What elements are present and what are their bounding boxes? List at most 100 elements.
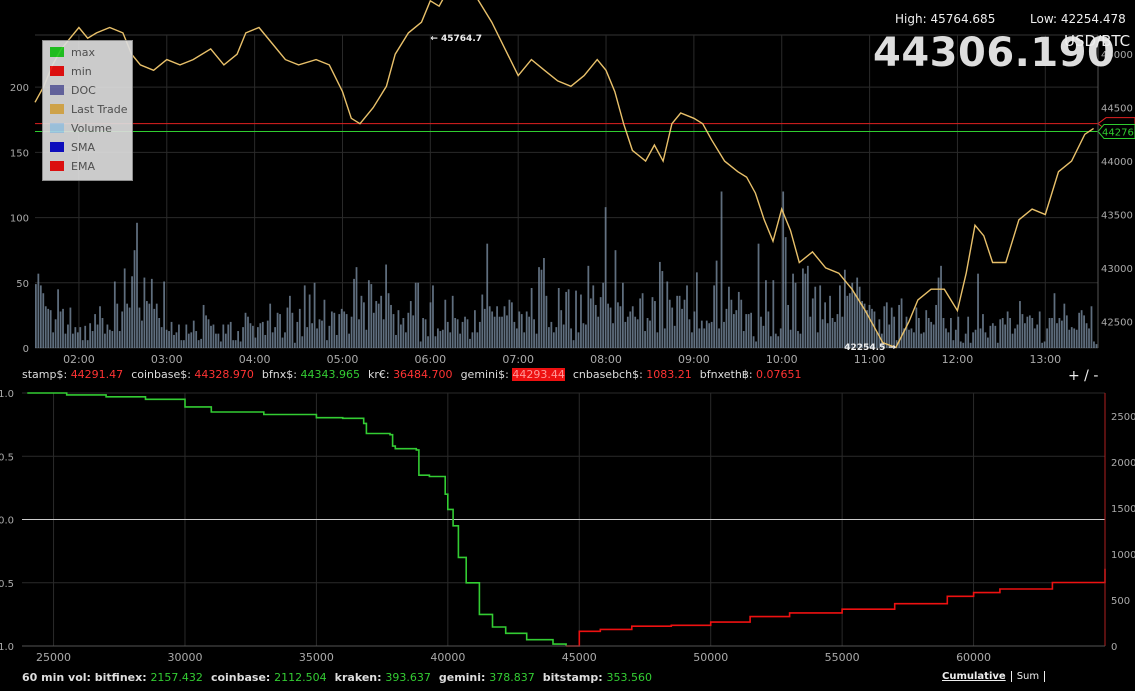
volume-bar: [1033, 328, 1036, 348]
volume-bar: [732, 314, 735, 348]
volume-bar: [35, 284, 37, 348]
volume-exchange-value: 2157.432: [150, 671, 203, 684]
depth-y-right-tick-label: 1500: [1111, 504, 1135, 515]
volume-bar: [1056, 323, 1058, 348]
volume-bar: [609, 307, 612, 348]
volume-bar: [698, 328, 701, 348]
volume-bar: [313, 282, 316, 348]
volume-bar: [138, 307, 141, 348]
volume-bar: [950, 318, 952, 348]
volume-bar: [577, 332, 580, 348]
volume-bar: [47, 308, 50, 348]
volume-bar: [612, 323, 614, 348]
volume-bar: [486, 243, 489, 348]
volume-bar: [118, 331, 121, 348]
volume-bar: [730, 299, 733, 348]
volume-bar: [779, 328, 782, 348]
volume-bar: [787, 304, 790, 348]
volume-bar: [108, 329, 111, 348]
legend-swatch: [50, 142, 64, 152]
volume-bar: [693, 311, 696, 348]
volume-bar: [1065, 315, 1068, 348]
volume-bar: [437, 328, 439, 348]
volume-bar: [1093, 341, 1095, 348]
ask-depth-line: [566, 568, 1106, 647]
volume-bar: [525, 311, 528, 348]
volume-bar: [580, 294, 582, 348]
volume-bar: [621, 282, 624, 348]
volume-bar: [340, 308, 343, 348]
volume-bar: [126, 303, 129, 348]
volume-bar: [456, 319, 459, 348]
volume-bar: [469, 338, 471, 348]
volume-bar: [619, 306, 622, 348]
volume-exchange-value: 2112.504: [274, 671, 327, 684]
volume-bar: [819, 285, 822, 348]
volume-bar: [128, 307, 131, 348]
x-tick-label: 04:00: [239, 353, 271, 366]
volume-bar: [451, 295, 454, 348]
volume-bar: [409, 301, 412, 348]
volume-bar: [821, 319, 824, 348]
price-unit: USD/BTC: [1064, 32, 1131, 50]
sixty-min-volume-bar: 60 min vol: bitfinex: 2157.432 coinbase: …: [22, 671, 660, 684]
volume-bar: [377, 303, 380, 348]
volume-bar: [71, 333, 74, 348]
volume-bar: [631, 306, 634, 348]
price-annotations: ← 45764.7 42254.5 →: [430, 34, 896, 353]
y-left-tick-label: 0: [23, 344, 29, 355]
volume-bar: [57, 289, 59, 348]
volume-bar: [708, 323, 711, 348]
legend-item[interactable]: min: [50, 65, 92, 79]
volume-bar: [555, 327, 558, 348]
volume-bar: [432, 285, 434, 348]
volume-bar: [1031, 318, 1034, 348]
volume-bar: [969, 342, 972, 348]
volume-bar: [565, 291, 568, 348]
legend-item[interactable]: max: [50, 46, 95, 60]
volume-bar: [570, 328, 572, 348]
legend-item[interactable]: EMA: [50, 160, 95, 174]
volume-bar: [831, 318, 834, 348]
volume-bar: [589, 298, 592, 348]
volume-bar: [385, 264, 387, 348]
volume-bar: [937, 277, 940, 348]
volume-bar: [552, 332, 555, 348]
cumulative-toggle[interactable]: Cumulative: [942, 671, 1006, 682]
legend-swatch: [50, 123, 64, 133]
volume-bar: [572, 340, 575, 348]
volume-bar: [626, 316, 629, 348]
volume-bar: [173, 334, 175, 348]
y-left-tick-label: 150: [10, 148, 29, 159]
volume-bar: [150, 278, 153, 348]
volume-bar: [868, 304, 871, 348]
x-tick-label: 07:00: [502, 353, 534, 366]
volume-title: 60 min vol:: [22, 671, 95, 684]
sum-toggle[interactable]: Sum: [1017, 671, 1039, 682]
volume-bar: [962, 342, 965, 348]
volume-bar: [535, 333, 538, 348]
legend-item[interactable]: DOC: [50, 84, 96, 98]
volume-bar: [725, 308, 728, 348]
volume-bar: [584, 324, 587, 348]
legend-item[interactable]: SMA: [50, 141, 95, 155]
volume-bar: [905, 316, 908, 348]
volume-bar: [765, 280, 767, 348]
legend-swatch: [50, 104, 64, 114]
volume-bar: [774, 333, 777, 348]
legend-item[interactable]: Last Trade: [50, 103, 128, 117]
volume-bar: [767, 311, 770, 348]
volume-bar: [1061, 320, 1063, 348]
volume-bar: [829, 295, 831, 348]
legend-item[interactable]: Volume: [50, 122, 112, 136]
volume-bar: [506, 315, 508, 348]
volume-bar: [79, 327, 82, 348]
volume-bar: [205, 315, 207, 348]
volume-bar: [518, 311, 521, 348]
volume-bar: [703, 328, 706, 348]
volume-bar: [996, 342, 999, 348]
volume-bar: [940, 265, 942, 348]
volume-bar: [165, 329, 168, 348]
volume-bar: [111, 331, 114, 348]
volume-bar: [1095, 344, 1098, 348]
